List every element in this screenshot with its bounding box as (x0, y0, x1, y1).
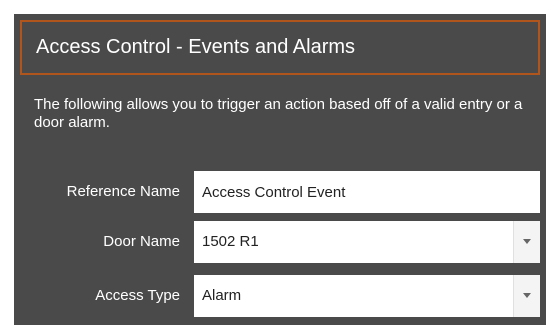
panel-description: The following allows you to trigger an a… (34, 96, 523, 131)
door-name-row: Door Name 1502 R1 (14, 221, 546, 263)
panel-title: Access Control - Events and Alarms (36, 36, 356, 58)
reference-name-input[interactable] (194, 171, 540, 213)
access-type-label: Access Type (95, 287, 180, 304)
access-type-dropdown-button[interactable] (513, 275, 540, 317)
chevron-down-icon (523, 293, 531, 298)
access-type-select[interactable]: Alarm (194, 275, 540, 317)
panel-header: Access Control - Events and Alarms (20, 20, 540, 75)
door-name-label: Door Name (103, 233, 180, 250)
door-name-dropdown-button[interactable] (513, 221, 540, 263)
events-alarms-panel: Access Control - Events and Alarms The f… (14, 14, 546, 325)
reference-name-label: Reference Name (66, 183, 180, 200)
door-name-value: 1502 R1 (202, 233, 259, 250)
access-type-row: Access Type Alarm (14, 275, 546, 317)
reference-name-row: Reference Name (14, 171, 546, 213)
door-name-select[interactable]: 1502 R1 (194, 221, 540, 263)
access-type-value: Alarm (202, 287, 242, 304)
chevron-down-icon (523, 239, 531, 244)
reference-name-field-wrapper (194, 171, 540, 213)
